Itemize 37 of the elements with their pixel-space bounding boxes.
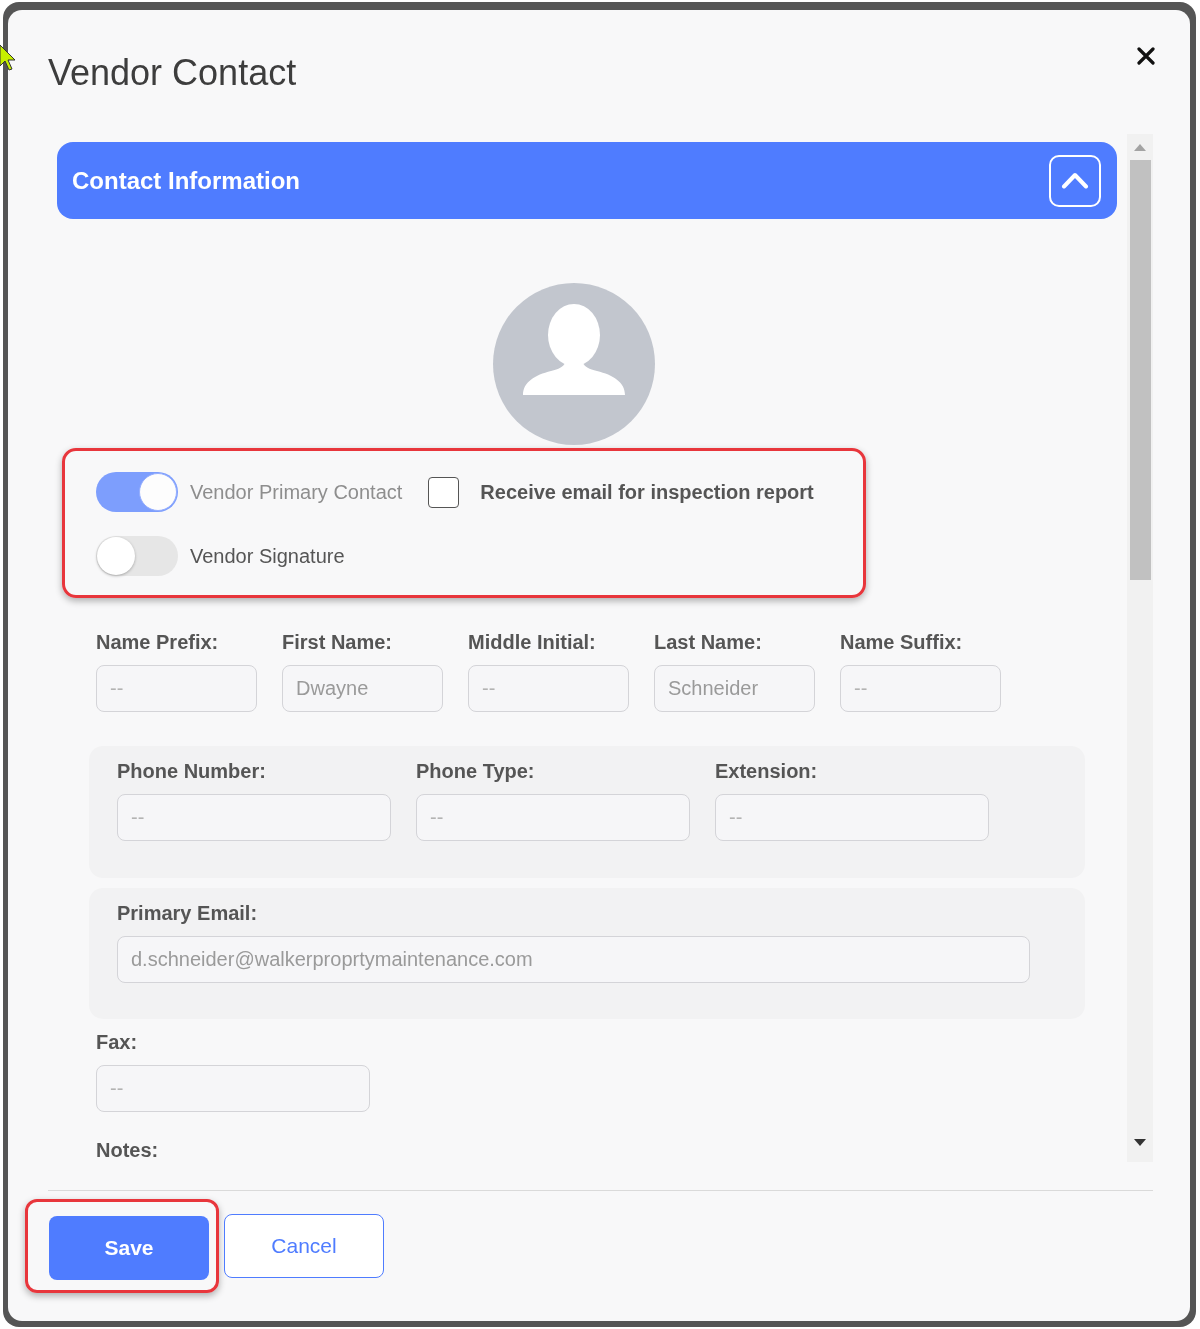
field-label: Middle Initial: [468,630,596,654]
input-field[interactable]: -- [416,794,690,841]
checkbox-label: Receive email for inspection report [480,480,814,504]
scroll-down-icon[interactable] [1134,1139,1146,1146]
close-icon [1137,47,1155,65]
field-label: Phone Number: [117,759,266,783]
scroll-up-icon[interactable] [1134,144,1146,151]
field-label: First Name: [282,630,393,654]
field-label: Fax: [96,1030,138,1054]
input-field[interactable]: d.schneider@walkerproprtymaintenance.com [117,936,1030,983]
field-label: Extension: [715,759,818,783]
close-button[interactable] [1137,47,1155,65]
input-field[interactable]: Schneider [654,665,815,712]
input-field[interactable]: -- [96,665,257,712]
field-label: Name Prefix: [96,630,219,654]
input-field[interactable]: -- [468,665,629,712]
field-label: Notes: [96,1138,159,1162]
field-label: Primary Email: [117,901,258,925]
field-label: Phone Type: [416,759,535,783]
input-field[interactable]: -- [840,665,1001,712]
toggle-switch[interactable] [96,536,178,576]
toggle-label: Vendor Signature [190,544,345,568]
chevron-up-icon [1061,172,1089,189]
input-field[interactable]: -- [117,794,391,841]
collapse-button[interactable] [1049,154,1101,207]
toggle-label: Vendor Primary Contact [190,480,403,504]
save-button[interactable]: Save [49,1216,209,1280]
input-field[interactable]: -- [715,794,989,841]
section-title: Contact Information [72,165,300,196]
checkbox[interactable] [428,476,460,508]
input-field[interactable]: -- [96,1065,370,1112]
cancel-button[interactable]: Cancel [224,1214,384,1278]
scrollbar-thumb[interactable] [1129,160,1151,580]
dialog-title: Vendor Contact [48,51,297,95]
field-label: Name Suffix: [840,630,963,654]
input-field[interactable]: Dwayne [282,665,443,712]
field-label: Last Name: [654,630,762,654]
